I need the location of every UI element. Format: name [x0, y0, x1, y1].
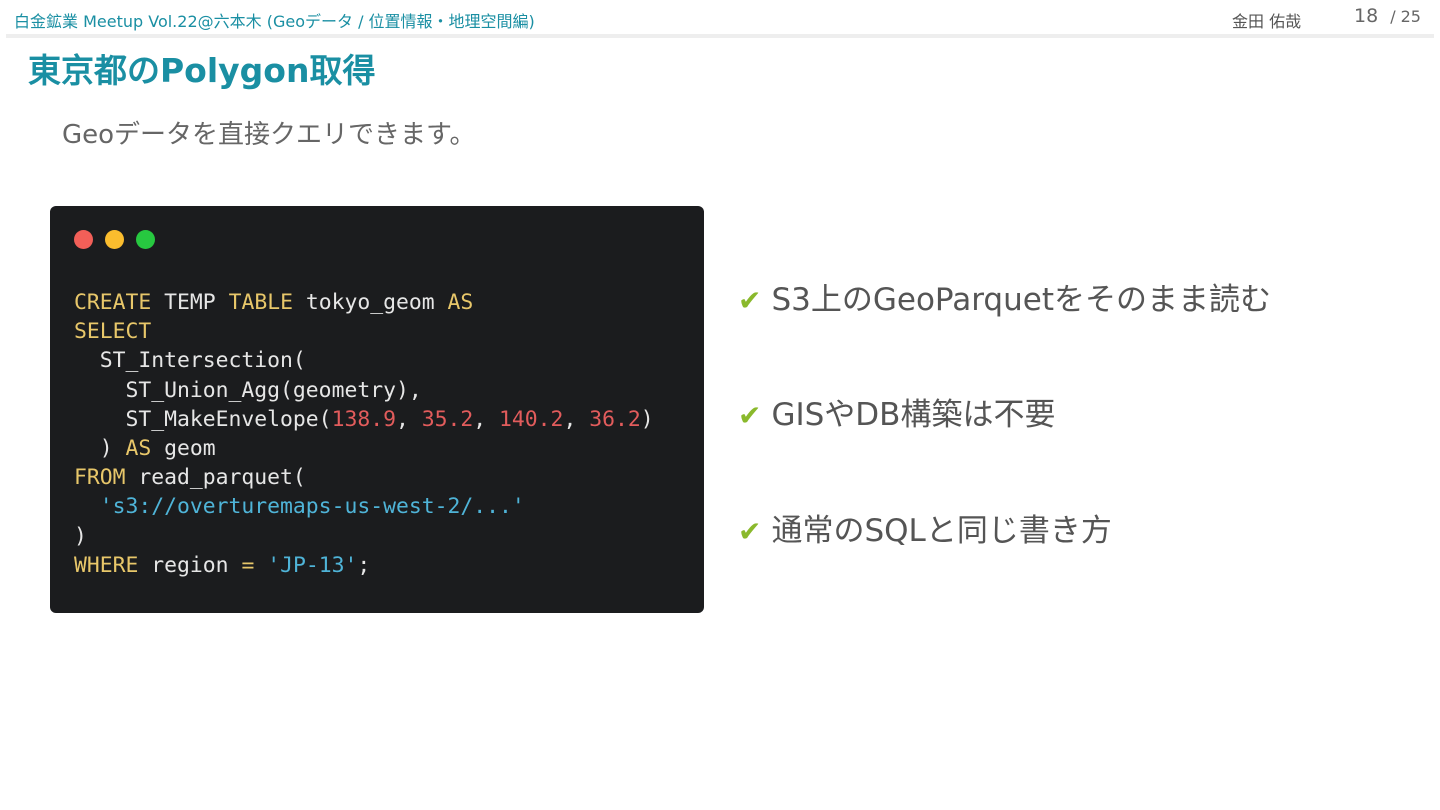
code-text: tokyo_geom — [292, 290, 448, 315]
slide-title: 東京都のPolygon取得 — [28, 51, 376, 90]
code-text: read_parquet( — [125, 465, 306, 491]
code-keyword: TABLE — [228, 290, 293, 315]
code-text: ST_MakeEnvelope( — [74, 406, 332, 432]
code-string: 'JP-13' — [267, 552, 358, 578]
code-keyword: WHERE — [74, 552, 139, 578]
code-string: 's3://overturemaps-us-west-2/...' — [74, 494, 525, 520]
code-text: ) — [74, 436, 126, 462]
page-total: 25 — [1400, 7, 1421, 26]
code-text: , — [473, 406, 500, 432]
feature-item-label: S3上のGeoParquetをそのまま読む — [771, 282, 1271, 318]
code-text: ; — [357, 552, 371, 578]
header-divider — [6, 34, 1434, 38]
code-number: 138.9 — [331, 406, 396, 432]
code-operator: = — [241, 552, 255, 578]
feature-item-label: 通常のSQLと同じ書き方 — [771, 513, 1112, 549]
code-keyword: AS — [447, 290, 474, 315]
feature-item-label: GISやDB構築は不要 — [771, 397, 1056, 433]
code-number: 140.2 — [499, 406, 564, 432]
maximize-dot-icon — [136, 230, 155, 249]
code-text: TEMP — [151, 290, 229, 315]
code-text: ) — [640, 406, 654, 432]
code-number: 35.2 — [421, 406, 474, 432]
code-window: CREATE TEMP TABLE tokyo_geom AS SELECT S… — [50, 206, 704, 613]
minimize-dot-icon — [105, 230, 124, 249]
code-keyword: SELECT — [74, 319, 152, 345]
page-indicator: 18 /25 — [1354, 5, 1421, 27]
check-icon: ✔ — [738, 399, 762, 432]
check-icon: ✔ — [738, 284, 762, 317]
feature-item: ✔ 通常のSQLと同じ書き方 — [738, 505, 1112, 550]
page-current: 18 — [1354, 5, 1379, 27]
code-text: ST_Intersection( — [74, 348, 306, 374]
slide-header: 白金鉱業 Meetup Vol.22@六本木 (Geoデータ / 位置情報・地理… — [0, 0, 1440, 34]
check-icon: ✔ — [738, 515, 762, 548]
page-separator: / — [1390, 7, 1396, 26]
code-keyword: CREATE — [74, 290, 152, 315]
code-keyword: FROM — [74, 465, 126, 491]
slide-subtitle: Geoデータを直接クエリできます。 — [62, 120, 476, 150]
code-text: geom — [151, 436, 216, 462]
feature-item: ✔ GISやDB構築は不要 — [738, 389, 1055, 434]
code-number: 36.2 — [589, 406, 641, 432]
code-text: ST_Union_Agg(geometry), — [74, 377, 422, 403]
code-text: ) — [74, 523, 87, 549]
code-text: , — [395, 406, 422, 432]
sql-code-block: CREATE TEMP TABLE tokyo_geom AS SELECT S… — [74, 288, 654, 580]
author-name: 金田 佑哉 — [1232, 12, 1302, 31]
feature-item: ✔ S3上のGeoParquetをそのまま読む — [738, 274, 1271, 319]
code-text: , — [563, 406, 590, 432]
close-dot-icon — [74, 230, 93, 249]
event-title: 白金鉱業 Meetup Vol.22@六本木 (Geoデータ / 位置情報・地理… — [14, 12, 535, 31]
code-text: region — [138, 552, 242, 578]
code-keyword: AS — [125, 436, 152, 462]
